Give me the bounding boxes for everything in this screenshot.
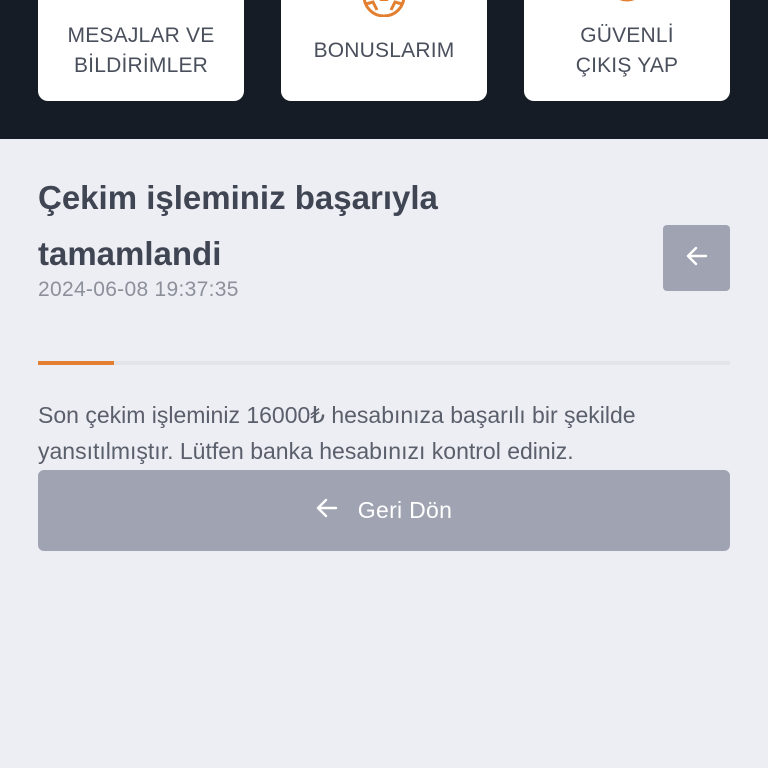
arrow-left-icon bbox=[316, 498, 338, 523]
go-back-button-label: Geri Dön bbox=[357, 497, 453, 523]
progress-bar-fill bbox=[38, 361, 115, 365]
page-title: Çekim işleminiz başarıyla tamamlandi bbox=[38, 179, 438, 272]
menu-item-bonuses[interactable]: BONUSLARIM bbox=[281, 0, 487, 101]
back-icon-button[interactable] bbox=[663, 225, 730, 291]
menu-item-label: MESAJLAR VE BİLDİRİMLER bbox=[67, 23, 215, 77]
status-message: Son çekim işleminiz 16000₺ hesabınıza ba… bbox=[38, 402, 636, 464]
menu-item-label: GÜVENLİ ÇIKIŞ YAP bbox=[575, 23, 679, 77]
soccer-ball-icon bbox=[363, 0, 405, 17]
top-menu-band: MESAJLAR VE BİLDİRİMLER BONUSLARIM GÜVEN… bbox=[0, 0, 768, 139]
arrow-left-icon bbox=[686, 246, 708, 271]
menu-item-label: BONUSLARIM bbox=[313, 38, 455, 62]
soccer-ball-icon bbox=[607, 0, 647, 2]
menu-item-messages[interactable]: MESAJLAR VE BİLDİRİMLER bbox=[38, 0, 244, 101]
progress-bar bbox=[38, 361, 730, 365]
go-back-button[interactable]: Geri Dön bbox=[38, 470, 730, 551]
transaction-timestamp: 2024-06-08 19:37:35 bbox=[38, 278, 239, 301]
menu-item-safe-logout[interactable]: GÜVENLİ ÇIKIŞ YAP bbox=[524, 0, 730, 101]
